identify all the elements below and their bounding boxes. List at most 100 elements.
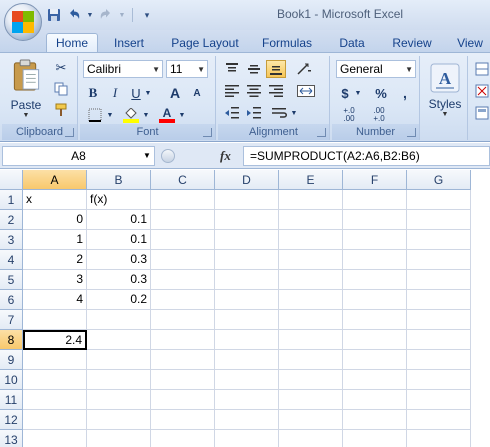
cell-e8[interactable] xyxy=(279,330,343,350)
number-format-combo[interactable]: General ▼ xyxy=(336,60,416,78)
cell-e11[interactable] xyxy=(279,390,343,410)
cell-f3[interactable] xyxy=(343,230,407,250)
row-header-1[interactable]: 1 xyxy=(0,190,23,210)
wrap-text-icon[interactable] xyxy=(270,104,290,122)
cell-c11[interactable] xyxy=(151,390,215,410)
cell-f5[interactable] xyxy=(343,270,407,290)
cell-a6[interactable]: 4 xyxy=(23,290,87,310)
tab-review[interactable]: Review xyxy=(386,33,438,52)
font-size-dropdown-icon[interactable]: ▼ xyxy=(197,65,205,74)
italic-button[interactable]: I xyxy=(106,84,124,102)
cell-c12[interactable] xyxy=(151,410,215,430)
cell-f2[interactable] xyxy=(343,210,407,230)
cell-g1[interactable] xyxy=(407,190,471,210)
column-header-g[interactable]: G xyxy=(407,170,471,190)
cell-f8[interactable] xyxy=(343,330,407,350)
cell-c2[interactable] xyxy=(151,210,215,230)
cell-a3[interactable]: 1 xyxy=(23,230,87,250)
cell-e6[interactable] xyxy=(279,290,343,310)
cell-e12[interactable] xyxy=(279,410,343,430)
column-header-c[interactable]: C xyxy=(151,170,215,190)
cell-a9[interactable] xyxy=(23,350,87,370)
fill-color-dropdown-icon[interactable]: ▼ xyxy=(142,109,150,121)
paste-button[interactable]: Paste ▼ xyxy=(6,58,46,120)
align-middle-icon[interactable] xyxy=(244,60,264,78)
cell-a10[interactable] xyxy=(23,370,87,390)
cell-c13[interactable] xyxy=(151,430,215,447)
tab-view[interactable]: View xyxy=(450,33,490,52)
row-header-11[interactable]: 11 xyxy=(0,390,23,410)
column-header-b[interactable]: B xyxy=(87,170,151,190)
shrink-font-button[interactable]: A xyxy=(188,84,206,102)
cell-a4[interactable]: 2 xyxy=(23,250,87,270)
align-right-icon[interactable] xyxy=(266,82,286,100)
cell-c3[interactable] xyxy=(151,230,215,250)
undo-dropdown-icon[interactable]: ▼ xyxy=(86,7,94,23)
font-name-dropdown-icon[interactable]: ▼ xyxy=(152,65,160,74)
align-top-icon[interactable] xyxy=(222,60,242,78)
cell-a7[interactable] xyxy=(23,310,87,330)
cell-d4[interactable] xyxy=(215,250,279,270)
cell-c8[interactable] xyxy=(151,330,215,350)
decrease-indent-icon[interactable] xyxy=(222,104,242,122)
cell-g5[interactable] xyxy=(407,270,471,290)
cell-c6[interactable] xyxy=(151,290,215,310)
row-header-10[interactable]: 10 xyxy=(0,370,23,390)
tab-insert[interactable]: Insert xyxy=(104,33,154,52)
insert-function-button[interactable]: fx xyxy=(220,148,231,164)
column-header-d[interactable]: D xyxy=(215,170,279,190)
font-size-combo[interactable]: 11 ▼ xyxy=(166,60,208,78)
row-header-7[interactable]: 7 xyxy=(0,310,23,330)
increase-decimal-button[interactable]: +.0 .00 xyxy=(336,106,362,124)
cell-d11[interactable] xyxy=(215,390,279,410)
borders-icon[interactable] xyxy=(84,106,106,124)
formula-bar-grip-icon[interactable] xyxy=(161,149,175,163)
column-header-e[interactable]: E xyxy=(279,170,343,190)
cell-d7[interactable] xyxy=(215,310,279,330)
column-header-f[interactable]: F xyxy=(343,170,407,190)
cell-b3[interactable]: 0.1 xyxy=(87,230,151,250)
undo-icon[interactable] xyxy=(66,7,82,23)
row-header-5[interactable]: 5 xyxy=(0,270,23,290)
cell-b11[interactable] xyxy=(87,390,151,410)
align-center-icon[interactable] xyxy=(244,82,264,100)
cell-a8[interactable]: 2.4 xyxy=(23,330,87,350)
cell-d10[interactable] xyxy=(215,370,279,390)
tab-formulas[interactable]: Formulas xyxy=(256,33,318,52)
cell-c5[interactable] xyxy=(151,270,215,290)
format-cells-icon[interactable] xyxy=(474,104,490,122)
cell-f10[interactable] xyxy=(343,370,407,390)
wrap-text-dropdown-icon[interactable]: ▼ xyxy=(290,107,298,119)
row-header-4[interactable]: 4 xyxy=(0,250,23,270)
cell-e5[interactable] xyxy=(279,270,343,290)
insert-cells-icon[interactable] xyxy=(474,60,490,78)
cell-b5[interactable]: 0.3 xyxy=(87,270,151,290)
cell-a12[interactable] xyxy=(23,410,87,430)
cell-g4[interactable] xyxy=(407,250,471,270)
cell-g9[interactable] xyxy=(407,350,471,370)
row-header-6[interactable]: 6 xyxy=(0,290,23,310)
fill-color-icon[interactable] xyxy=(120,106,142,124)
borders-dropdown-icon[interactable]: ▼ xyxy=(106,109,114,121)
select-all-corner[interactable] xyxy=(0,170,23,190)
format-painter-icon[interactable] xyxy=(52,102,70,118)
number-launcher-icon[interactable] xyxy=(407,128,416,137)
row-header-13[interactable]: 13 xyxy=(0,430,23,447)
cell-g3[interactable] xyxy=(407,230,471,250)
percent-button[interactable]: % xyxy=(372,84,390,102)
cell-d5[interactable] xyxy=(215,270,279,290)
underline-dropdown-icon[interactable]: ▼ xyxy=(144,87,152,99)
cell-e9[interactable] xyxy=(279,350,343,370)
underline-button[interactable]: U xyxy=(128,84,144,102)
cell-g10[interactable] xyxy=(407,370,471,390)
cell-a13[interactable] xyxy=(23,430,87,447)
cell-c4[interactable] xyxy=(151,250,215,270)
cell-f6[interactable] xyxy=(343,290,407,310)
currency-button[interactable]: $ xyxy=(336,84,354,102)
cell-b6[interactable]: 0.2 xyxy=(87,290,151,310)
save-icon[interactable] xyxy=(46,7,62,23)
cell-c10[interactable] xyxy=(151,370,215,390)
cell-f7[interactable] xyxy=(343,310,407,330)
cell-d3[interactable] xyxy=(215,230,279,250)
cell-e4[interactable] xyxy=(279,250,343,270)
